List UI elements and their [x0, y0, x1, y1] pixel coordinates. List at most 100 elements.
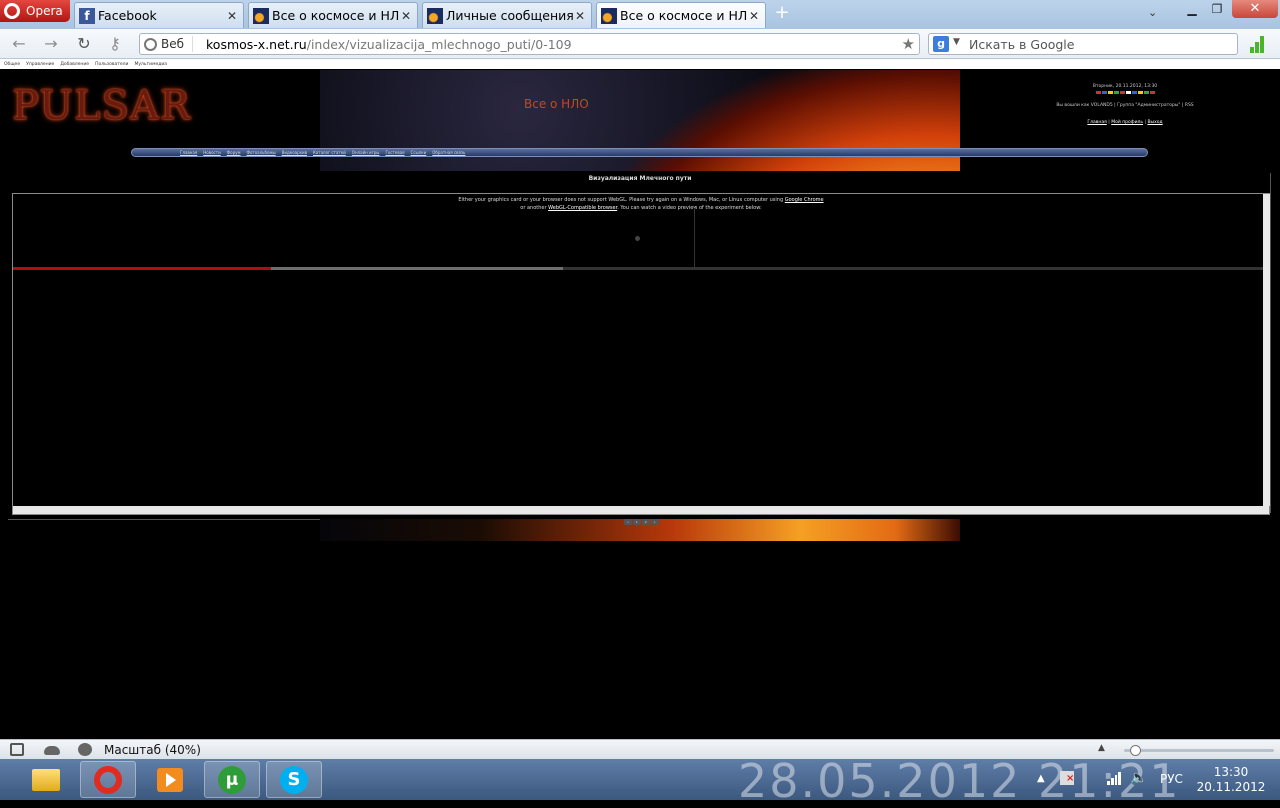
tab-messages[interactable]: Личные сообщения ✕: [422, 2, 592, 28]
tab-bar: Opera f Facebook ✕ Все о космосе и НЛО .…: [0, 0, 1280, 29]
zoom-slider[interactable]: [1124, 745, 1274, 756]
webgl-experiment-frame[interactable]: Either your graphics card or your browse…: [12, 193, 1270, 515]
turbo-icon[interactable]: [78, 743, 92, 756]
address-bar[interactable]: Веб kosmos-x.net.ru/index/vizualizacija_…: [139, 33, 920, 55]
video-progress-bar[interactable]: [13, 267, 1263, 270]
google-icon[interactable]: g: [933, 36, 949, 52]
menu-item[interactable]: Онлайн игры: [352, 150, 380, 155]
menu-item[interactable]: Ссылки: [411, 150, 427, 155]
link-profile[interactable]: Мой профиль: [1111, 120, 1143, 125]
greeting-line: Вы вошли как VOLAND5 | Группа "Администр…: [1056, 103, 1194, 108]
menu-item[interactable]: Гостевая: [385, 150, 404, 155]
bookmark-item[interactable]: Управление: [26, 62, 54, 67]
taskbar-opera[interactable]: [80, 761, 136, 798]
video-buffer-bar: [270, 267, 563, 270]
video-preview[interactable]: [601, 208, 695, 268]
horizontal-scrollbar[interactable]: [13, 506, 1269, 514]
action-center-flag-icon[interactable]: [1060, 771, 1074, 785]
taskbar-media-player[interactable]: [142, 761, 198, 798]
menu-item[interactable]: Фотоальбомы: [247, 150, 276, 155]
menu-item[interactable]: Новости: [203, 150, 220, 155]
address-text[interactable]: kosmos-x.net.ru/index/vizualizacija_mlec…: [206, 37, 572, 52]
network-icon[interactable]: [1107, 771, 1121, 785]
language-indicator[interactable]: РУС: [1160, 772, 1183, 786]
clock-date: 20.11.2012: [1196, 780, 1266, 794]
close-icon[interactable]: ✕: [225, 9, 239, 23]
pager-next[interactable]: »: [650, 519, 659, 525]
windows-taskbar: 28.05.2012 21:21 µ S ▲ 🔈 РУС 13:30 20.11…: [0, 758, 1280, 804]
video-played-bar: [13, 267, 271, 270]
link-home[interactable]: Главная: [1087, 120, 1106, 125]
globe-icon: [144, 37, 157, 51]
new-tab-icon[interactable]: +: [774, 4, 790, 22]
tab-list-chevron-icon[interactable]: ⌄: [1148, 6, 1157, 19]
menu-item[interactable]: Форум: [227, 150, 241, 155]
opera-menu-button[interactable]: Opera: [0, 0, 70, 22]
close-icon[interactable]: ✕: [399, 9, 413, 23]
pager-page[interactable]: 1: [632, 519, 641, 525]
bookmark-item[interactable]: Общее: [4, 62, 20, 67]
site-logo[interactable]: PULSAR: [12, 83, 191, 129]
reload-icon[interactable]: ↻: [73, 34, 95, 54]
menu-item[interactable]: Обратная связь: [432, 150, 465, 155]
volume-icon[interactable]: 🔈: [1130, 770, 1147, 786]
divider: [1270, 173, 1271, 513]
space-icon: [427, 7, 443, 24]
zoom-level[interactable]: Масштаб (40%): [104, 743, 201, 757]
menu-item[interactable]: Главная: [180, 150, 197, 155]
minimize-icon[interactable]: ▁: [1180, 2, 1204, 18]
chevron-down-icon[interactable]: ▼: [953, 37, 960, 47]
taskbar-utorrent[interactable]: µ: [204, 761, 260, 798]
tray-expand-icon[interactable]: ▲: [1037, 773, 1045, 784]
chrome-link[interactable]: Google Chrome: [785, 197, 824, 203]
tab-kosmos-active[interactable]: Все о космосе и НЛО ... ✕: [596, 2, 766, 28]
address-host: kosmos-x.net.ru: [206, 37, 307, 52]
pager-page[interactable]: 2: [641, 519, 650, 525]
vertical-scrollbar[interactable]: [1263, 194, 1270, 506]
panel-toggle-icon[interactable]: [10, 743, 24, 756]
tab-facebook[interactable]: f Facebook ✕: [74, 2, 244, 28]
media-player-icon: [157, 767, 183, 792]
site-badge[interactable]: Веб: [144, 36, 194, 52]
site-badge-label: Веб: [161, 37, 185, 51]
opera-icon: [94, 765, 122, 794]
bookmark-item[interactable]: Мультимедиа: [134, 62, 167, 67]
opera-unite-icon[interactable]: [44, 746, 60, 755]
zoom-arrow-icon[interactable]: ▲: [1098, 743, 1105, 753]
clock[interactable]: 13:30 20.11.2012: [1196, 765, 1266, 795]
maximize-icon[interactable]: ❐: [1204, 2, 1230, 18]
tab-title: Все о космосе и НЛО ...: [620, 8, 747, 23]
bookmark-item[interactable]: Пользователи: [95, 62, 128, 67]
close-icon[interactable]: ✕: [573, 9, 587, 23]
search-field[interactable]: g ▼ Искать в Google: [928, 33, 1238, 55]
menu-item[interactable]: Видеоархив: [282, 150, 307, 155]
space-icon: [253, 7, 269, 24]
taskbar-explorer[interactable]: [18, 761, 74, 798]
back-icon[interactable]: ←: [8, 34, 30, 54]
skype-icon: S: [280, 765, 308, 794]
opera-menu-label: Opera: [26, 4, 63, 18]
forward-icon[interactable]: →: [40, 34, 62, 54]
user-panel: Вторник, 20.11.2012, 13:30 Вы вошли как …: [1040, 83, 1210, 126]
pager-prev[interactable]: «: [624, 519, 632, 525]
turbo-signal-icon[interactable]: [1250, 35, 1268, 53]
navigation-bar: ← → ↻ ⚷ Веб kosmos-x.net.ru/index/vizual…: [0, 29, 1280, 59]
facebook-icon: f: [79, 7, 95, 24]
taskbar-skype[interactable]: S: [266, 761, 322, 798]
folder-icon: [32, 768, 60, 791]
opera-logo-icon: [4, 3, 20, 19]
bookmark-star-icon[interactable]: ★: [902, 35, 915, 53]
link-logout[interactable]: Выход: [1147, 120, 1162, 125]
language-flags[interactable]: [1040, 91, 1210, 94]
web-page: PULSAR Все о НЛО Вторник, 20.11.2012, 13…: [0, 69, 1280, 739]
menu-item[interactable]: Каталог статей: [313, 150, 346, 155]
close-icon[interactable]: ✕: [747, 9, 761, 23]
play-icon[interactable]: [635, 236, 640, 241]
bookmark-item[interactable]: Добавление: [60, 62, 89, 67]
tab-title: Все о космосе и НЛО ...: [272, 8, 399, 23]
tab-kosmos-1[interactable]: Все о космосе и НЛО ... ✕: [248, 2, 418, 28]
page-title: Визуализация Млечного пути: [588, 175, 692, 182]
clock-time: 13:30: [1213, 765, 1249, 779]
key-icon[interactable]: ⚷: [104, 34, 126, 54]
window-close-icon[interactable]: ✕: [1232, 0, 1278, 18]
